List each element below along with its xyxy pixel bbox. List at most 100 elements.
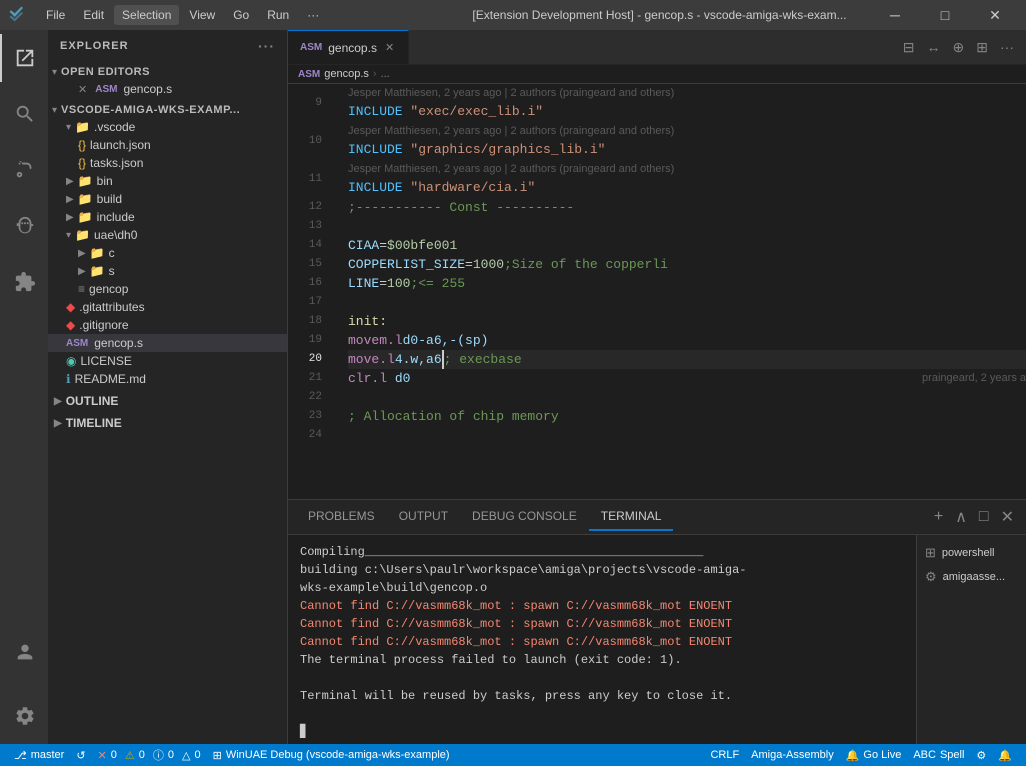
- menu-run[interactable]: Run: [259, 5, 297, 25]
- activity-explorer[interactable]: [0, 34, 48, 82]
- status-sync[interactable]: ↺: [70, 744, 91, 766]
- status-crlf[interactable]: CRLF: [704, 749, 745, 761]
- minimize-terminal-icon[interactable]: ∧: [951, 505, 971, 529]
- split-editor-icon[interactable]: ⊟: [899, 37, 919, 58]
- menu-go[interactable]: Go: [225, 5, 257, 25]
- sidebar-more-icon[interactable]: ···: [258, 38, 275, 54]
- project-name: VSCODE-AMIGA-WKS-EXAMP...: [61, 104, 240, 116]
- maximize-terminal-icon[interactable]: □: [975, 506, 993, 528]
- status-live[interactable]: 🔔 Go Live: [840, 749, 908, 762]
- open-editors-chevron: ▾: [52, 67, 57, 78]
- file-launch-json[interactable]: {} launch.json: [48, 136, 287, 154]
- timeline-label: TIMELINE: [66, 416, 122, 430]
- folder-include-label: include: [97, 210, 135, 224]
- maximize-button[interactable]: □: [922, 0, 968, 30]
- open-file-name: gencop.s: [123, 82, 172, 96]
- breadcrumb-more[interactable]: ...: [381, 68, 390, 80]
- outline-section[interactable]: ▶ OUTLINE: [48, 390, 287, 412]
- status-settings-btn[interactable]: ⚙: [970, 749, 992, 762]
- folder-uae-label: uae\dh0: [94, 228, 137, 242]
- tab-terminal[interactable]: TERMINAL: [589, 503, 674, 531]
- toggle-panel-icon[interactable]: ↔: [923, 37, 945, 57]
- outline-label: OUTLINE: [66, 394, 119, 408]
- editor-terminal-split: ASM gencop.s ✕ ⊟ ↔ ⊕ ⊞ ··· ASM gencop.s …: [288, 30, 1026, 744]
- folder-bin[interactable]: ▶ 📁 bin: [48, 172, 287, 190]
- code-token: move.l: [348, 350, 395, 369]
- folder-bin-icon: 📁: [78, 174, 93, 188]
- folder-include[interactable]: ▶ 📁 include: [48, 208, 287, 226]
- activity-debug[interactable]: [0, 202, 48, 250]
- tab-debug-console[interactable]: DEBUG CONSOLE: [460, 503, 589, 531]
- menu-view[interactable]: View: [181, 5, 223, 25]
- activity-bar: [0, 30, 48, 744]
- terminal-output[interactable]: Compiling_______________________________…: [288, 535, 916, 744]
- breadcrumb-file[interactable]: gencop.s: [324, 68, 369, 80]
- folder-vscode[interactable]: ▾ 📁 .vscode: [48, 118, 287, 136]
- close-file-icon[interactable]: ✕: [78, 83, 87, 96]
- folder-uae-icon: 📁: [75, 228, 90, 242]
- code-line-24: [348, 426, 1026, 445]
- folder-s[interactable]: ▶ 📁 s: [48, 262, 287, 280]
- close-button[interactable]: ✕: [972, 0, 1018, 30]
- view-more-icon[interactable]: ⊕: [949, 37, 969, 58]
- menu-edit[interactable]: Edit: [75, 5, 112, 25]
- terminal-amiga-assembler[interactable]: ⚙ amigaasse...: [917, 565, 1026, 589]
- file-license[interactable]: ◉ LICENSE: [48, 352, 287, 370]
- file-gitignore[interactable]: ◆ .gitignore: [48, 316, 287, 334]
- gencop-list-label: gencop: [89, 282, 128, 296]
- activity-account[interactable]: [0, 628, 48, 676]
- code-token: INCLUDE: [348, 142, 403, 157]
- folder-build[interactable]: ▶ 📁 build: [48, 190, 287, 208]
- code-line-9: Jesper Matthiesen, 2 years ago | 2 autho…: [348, 84, 1026, 122]
- term-line-4: Cannot find C://vasmm68k_mot : spawn C:/…: [300, 615, 904, 633]
- tab-problems[interactable]: PROBLEMS: [296, 503, 387, 531]
- code-token: INCLUDE: [348, 104, 403, 119]
- code-line-10: Jesper Matthiesen, 2 years ago | 2 autho…: [348, 122, 1026, 160]
- activity-settings[interactable]: [0, 692, 48, 740]
- project-header[interactable]: ▾ VSCODE-AMIGA-WKS-EXAMP...: [48, 102, 287, 118]
- editor-more-icon[interactable]: ···: [996, 37, 1018, 57]
- error-count: 0: [111, 749, 117, 761]
- file-tasks-json[interactable]: {} tasks.json: [48, 154, 287, 172]
- status-errors[interactable]: ✕ 0 ⚠ 0 ⓘ 0 △ 0: [92, 744, 207, 766]
- s-chevron-icon: ▶: [78, 266, 86, 277]
- activity-source-control[interactable]: [0, 146, 48, 194]
- tab-label: gencop.s: [328, 41, 377, 55]
- editor-layout-icon[interactable]: ⊞: [972, 37, 992, 58]
- add-terminal-icon[interactable]: +: [930, 506, 947, 528]
- error-icon: ✕: [98, 749, 107, 762]
- open-file-gencop[interactable]: ✕ ASM gencop.s: [48, 80, 287, 98]
- powershell-icon: ⊞: [925, 545, 936, 561]
- notification-icon: 🔔: [998, 749, 1012, 762]
- activity-search[interactable]: [0, 90, 48, 138]
- terminal-powershell[interactable]: ⊞ powershell: [917, 541, 1026, 565]
- project-chevron: ▾: [52, 105, 57, 116]
- status-spell[interactable]: ABC Spell: [907, 749, 970, 761]
- spell-icon: ABC: [913, 749, 936, 761]
- status-git-branch[interactable]: ⎇ master: [8, 744, 70, 766]
- code-editor[interactable]: 9 10 11 12 13 14 15 16 17 18 19 20 21 22: [288, 84, 1026, 499]
- timeline-section[interactable]: ▶ TIMELINE: [48, 412, 287, 434]
- file-gitattributes[interactable]: ◆ .gitattributes: [48, 298, 287, 316]
- close-terminal-icon[interactable]: ✕: [997, 505, 1018, 529]
- file-gencop-s[interactable]: ASM gencop.s: [48, 334, 287, 352]
- folder-uae-dh0[interactable]: ▾ 📁 uae\dh0: [48, 226, 287, 244]
- folder-c[interactable]: ▶ 📁 c: [48, 244, 287, 262]
- tab-gencop-s[interactable]: ASM gencop.s ✕: [288, 30, 409, 64]
- folder-vscode-icon: 📁: [75, 120, 90, 134]
- tab-close-icon[interactable]: ✕: [383, 39, 396, 56]
- open-editors-header[interactable]: ▾ OPEN EDITORS: [48, 64, 287, 80]
- file-gencop-list[interactable]: ≡ gencop: [48, 280, 287, 298]
- menu-selection[interactable]: Selection: [114, 5, 179, 25]
- status-notification[interactable]: 🔔: [992, 749, 1018, 762]
- status-winuae[interactable]: ⊞ WinUAE Debug (vscode-amiga-wks-example…: [207, 744, 456, 766]
- menu-file[interactable]: File: [38, 5, 73, 25]
- sync-icon: ↺: [76, 749, 85, 762]
- activity-extensions[interactable]: [0, 258, 48, 306]
- minimize-button[interactable]: ─: [872, 0, 918, 30]
- file-readme[interactable]: ℹ README.md: [48, 370, 287, 388]
- menu-more[interactable]: ···: [299, 5, 327, 25]
- status-language[interactable]: Amiga-Assembly: [745, 749, 840, 761]
- folder-build-label: build: [97, 192, 122, 206]
- tab-output[interactable]: OUTPUT: [387, 503, 460, 531]
